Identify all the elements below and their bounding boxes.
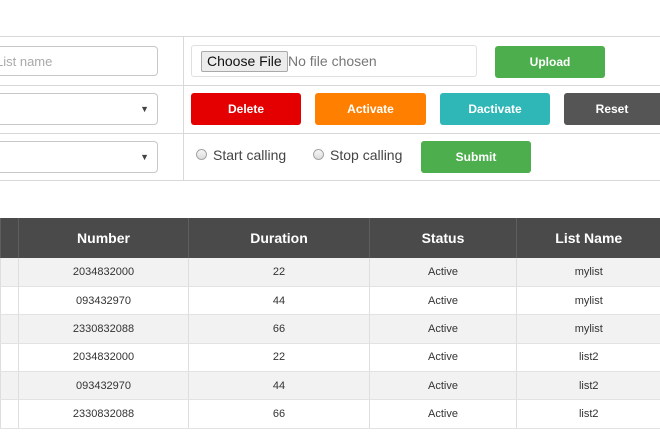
- table-cell: [0, 399, 19, 429]
- header-cell: [0, 218, 19, 258]
- table-row[interactable]: 093432970 44 Active mylist: [0, 286, 660, 316]
- chevron-down-icon: ▼: [140, 152, 149, 162]
- table-cell: [0, 258, 19, 287]
- deactivate-button[interactable]: Dactivate: [440, 93, 550, 125]
- cell-status: Active: [369, 371, 517, 401]
- table-header-row: Number Duration Status List Name: [0, 218, 660, 258]
- action-select[interactable]: ▼: [0, 93, 158, 125]
- cell-list-name: list2: [516, 343, 660, 373]
- file-input[interactable]: Choose File No file chosen: [191, 45, 477, 77]
- cell-duration: 44: [188, 371, 370, 401]
- submit-button[interactable]: Submit: [421, 141, 531, 173]
- table-row[interactable]: 2330832088 66 Active mylist: [0, 314, 660, 344]
- form-divider: [0, 36, 660, 37]
- form-divider: [0, 180, 660, 181]
- table-row[interactable]: 2034832000 22 Active list2: [0, 343, 660, 373]
- cell-duration: 22: [188, 258, 370, 287]
- cell-number: 2034832000: [18, 343, 189, 373]
- table-cell: [0, 314, 19, 344]
- cell-number: 2034832000: [18, 258, 189, 287]
- radio-label: Start calling: [213, 147, 287, 163]
- table-cell: [0, 343, 19, 373]
- header-number[interactable]: Number: [18, 218, 189, 258]
- cell-status: Active: [369, 286, 517, 316]
- upload-button[interactable]: Upload: [495, 46, 605, 78]
- table-row[interactable]: 2034832000 22 Active mylist: [0, 258, 660, 287]
- cell-status: Active: [369, 399, 517, 429]
- form-divider: [0, 85, 660, 86]
- header-duration[interactable]: Duration: [188, 218, 370, 258]
- cell-list-name: mylist: [516, 258, 660, 287]
- cell-number: 093432970: [18, 371, 189, 401]
- file-status-text: No file chosen: [288, 53, 377, 69]
- reset-button[interactable]: Reset: [564, 93, 660, 125]
- cell-duration: 66: [188, 399, 370, 429]
- cell-status: Active: [369, 258, 517, 287]
- table-row[interactable]: 2330832088 66 Active list2: [0, 399, 660, 429]
- filter-select[interactable]: ▼: [0, 141, 158, 173]
- list-name-input[interactable]: [0, 46, 158, 76]
- choose-file-button[interactable]: Choose File: [201, 51, 288, 72]
- table-cell: [0, 371, 19, 401]
- cell-number: 2330832088: [18, 399, 189, 429]
- cell-number: 2330832088: [18, 314, 189, 344]
- header-list-name[interactable]: List Name: [516, 218, 660, 258]
- calls-table: Number Duration Status List Name 2034832…: [0, 218, 660, 429]
- radio-icon[interactable]: [313, 149, 324, 160]
- cell-list-name: mylist: [516, 286, 660, 316]
- radio-label: Stop calling: [330, 147, 403, 163]
- cell-list-name: mylist: [516, 314, 660, 344]
- cell-duration: 22: [188, 343, 370, 373]
- cell-duration: 44: [188, 286, 370, 316]
- form-divider: [0, 133, 660, 134]
- form-column-divider: [183, 36, 184, 181]
- cell-status: Active: [369, 343, 517, 373]
- cell-list-name: list2: [516, 371, 660, 401]
- header-status[interactable]: Status: [369, 218, 517, 258]
- cell-list-name: list2: [516, 399, 660, 429]
- cell-status: Active: [369, 314, 517, 344]
- cell-number: 093432970: [18, 286, 189, 316]
- chevron-down-icon: ▼: [140, 104, 149, 114]
- cell-duration: 66: [188, 314, 370, 344]
- radio-icon[interactable]: [196, 149, 207, 160]
- table-cell: [0, 286, 19, 316]
- table-row[interactable]: 093432970 44 Active list2: [0, 371, 660, 401]
- delete-button[interactable]: Delete: [191, 93, 301, 125]
- activate-button[interactable]: Activate: [315, 93, 426, 125]
